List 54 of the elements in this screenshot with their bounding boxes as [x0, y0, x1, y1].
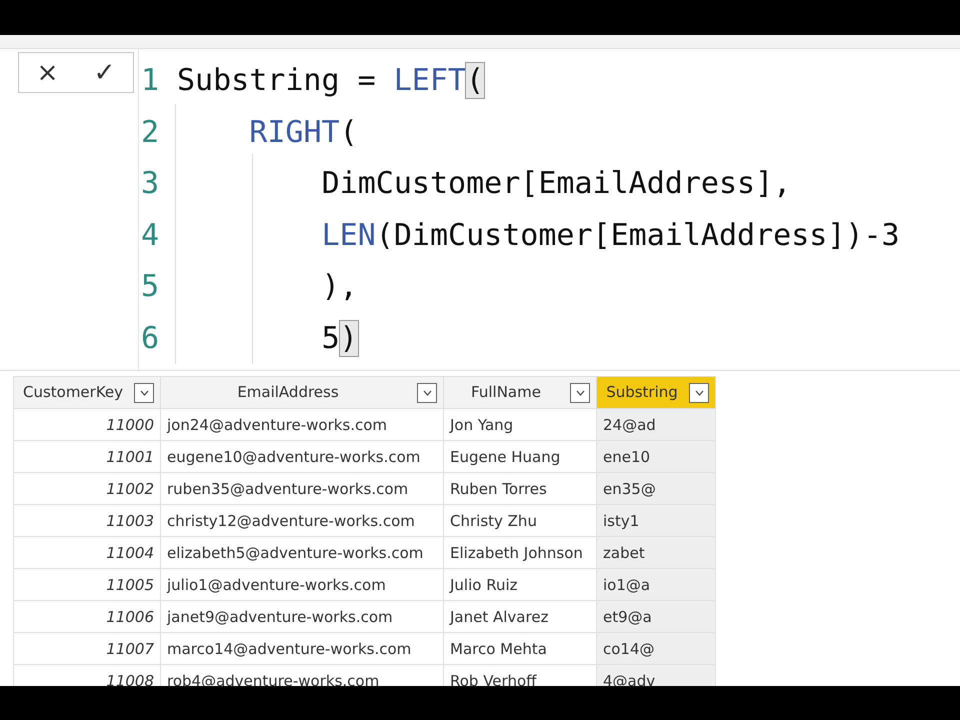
- table-cell: jon24@adventure-works.com: [160, 408, 444, 440]
- table-cell: ene10: [596, 440, 716, 472]
- line-number: 6: [140, 320, 160, 356]
- table-cell: Elizabeth Johnson: [444, 536, 596, 568]
- table-cell: julio1@adventure-works.com: [160, 568, 444, 600]
- table-cell: Christy Zhu: [444, 504, 596, 536]
- code-line: 5): [322, 320, 358, 356]
- table-cell: 24@ad: [596, 408, 716, 440]
- table-cell: isty1: [596, 504, 716, 536]
- table-cell: en35@: [596, 472, 716, 504]
- table-cell: 11001: [14, 440, 160, 472]
- table-cell: Jon Yang: [444, 408, 596, 440]
- column-header[interactable]: Substring: [596, 376, 716, 408]
- column-header[interactable]: CustomerKey: [14, 376, 160, 408]
- line-number: 5: [140, 269, 160, 304]
- line-number: 3: [140, 166, 160, 202]
- table-cell: janet9@adventure-works.com: [160, 600, 444, 632]
- table-cell: 11000: [14, 408, 160, 440]
- table-cell: 11005: [14, 568, 160, 600]
- table-cell: ruben35@adventure-works.com: [160, 472, 444, 504]
- code-line: DimCustomer[EmailAddress],: [322, 166, 792, 202]
- table-cell: Ruben Torres: [444, 472, 596, 504]
- line-number: 1: [140, 63, 160, 98]
- dropdown-icon[interactable]: [689, 382, 709, 402]
- table-cell: elizabeth5@adventure-works.com: [160, 536, 444, 568]
- dropdown-icon[interactable]: [134, 382, 154, 402]
- code-line: RIGHT(: [249, 114, 358, 150]
- table-cell: christy12@adventure-works.com: [160, 504, 444, 536]
- cancel-button[interactable]: ×: [30, 58, 64, 88]
- dropdown-icon[interactable]: [417, 382, 437, 402]
- table-cell: marco14@adventure-works.com: [160, 632, 444, 664]
- table-cell: 11007: [14, 632, 160, 664]
- table-cell: zabet: [596, 536, 716, 568]
- table-cell: et9@a: [596, 600, 716, 632]
- code-line: LEN(DimCustomer[EmailAddress])-3: [322, 218, 900, 253]
- table-cell: 11003: [14, 504, 160, 536]
- line-number: 4: [140, 218, 160, 253]
- table-cell: Julio Ruiz: [444, 568, 596, 600]
- table-cell: io1@a: [596, 568, 716, 600]
- code-line: ),: [322, 269, 358, 304]
- table-cell: Janet Alvarez: [444, 600, 596, 632]
- column-header[interactable]: EmailAddress: [160, 376, 444, 408]
- table-cell: 11004: [14, 536, 160, 568]
- table-cell: eugene10@adventure-works.com: [160, 440, 444, 472]
- table-cell: 11002: [14, 472, 160, 504]
- line-number: 2: [140, 114, 160, 150]
- commit-button[interactable]: ✓: [88, 58, 122, 88]
- table-cell: 11006: [14, 600, 160, 632]
- table-cell: co14@: [596, 632, 716, 664]
- dropdown-icon[interactable]: [570, 382, 590, 402]
- code-line: Substring = LEFT(: [177, 63, 484, 98]
- column-header[interactable]: FullName: [444, 376, 596, 408]
- table-cell: Marco Mehta: [444, 632, 596, 664]
- table-cell: Eugene Huang: [444, 440, 596, 472]
